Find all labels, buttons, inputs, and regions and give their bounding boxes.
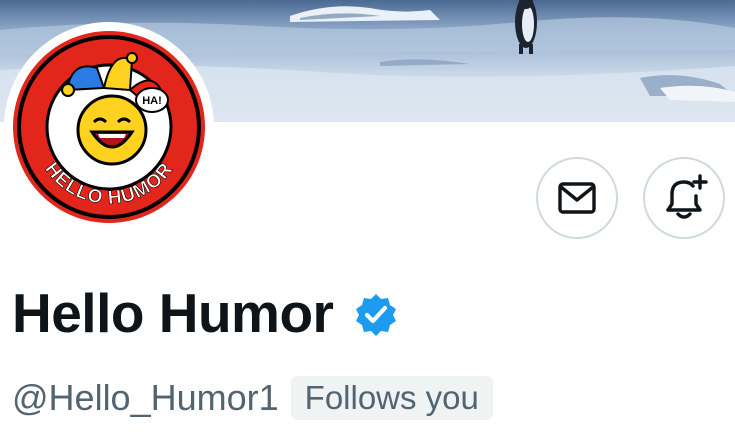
hello-humor-logo: HA! HELLO HUMOR (13, 31, 205, 223)
message-button[interactable] (536, 157, 618, 239)
bell-plus-icon (666, 174, 708, 219)
avatar[interactable]: HA! HELLO HUMOR (4, 22, 214, 232)
notify-button[interactable] (643, 157, 725, 239)
name-row: Hello Humor (12, 280, 399, 346)
user-handle: @Hello_Humor1 (12, 377, 279, 418)
envelope-icon (558, 182, 596, 214)
handle-row: @Hello_Humor1 Follows you (12, 374, 493, 422)
speech-bubble-text: HA! (142, 95, 162, 107)
follows-you-badge: Follows you (290, 376, 493, 420)
verified-badge-icon[interactable] (353, 292, 399, 338)
display-name: Hello Humor (12, 282, 334, 344)
